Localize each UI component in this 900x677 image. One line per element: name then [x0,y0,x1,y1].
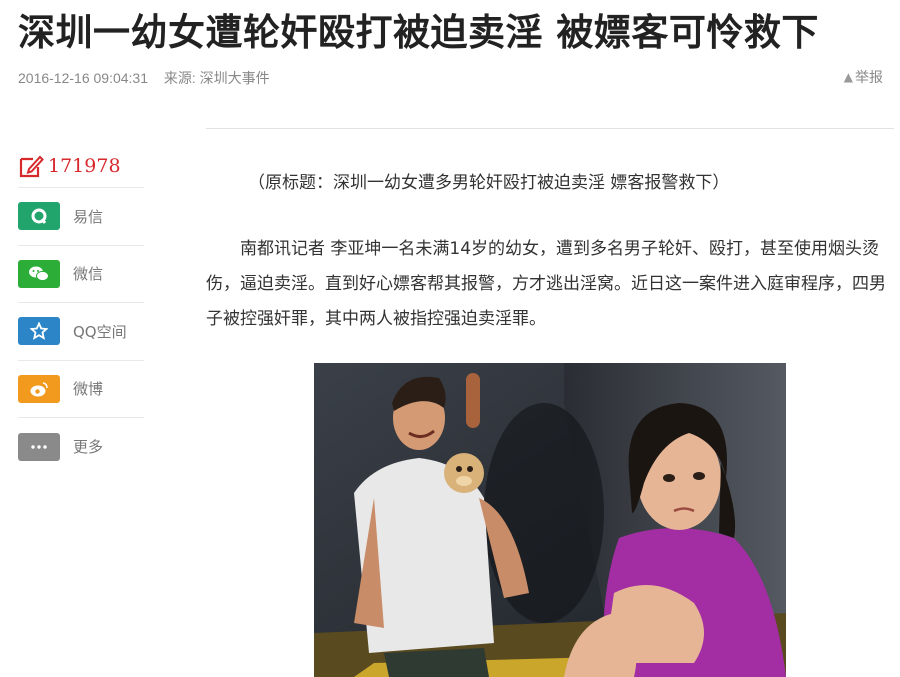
share-label: QQ空间 [73,322,127,341]
weibo-icon [18,374,60,403]
yixin-icon [18,202,60,231]
share-yixin[interactable]: 易信 [18,188,144,246]
divider [206,128,894,129]
original-title-note: （原标题：深圳一幼女遭多男轮奸殴打被迫卖淫 嫖客报警救下） [248,173,730,193]
warning-icon: ▲ [843,70,853,84]
share-weibo[interactable]: 微博 [18,361,144,418]
comment-edit-icon [19,155,44,177]
report-button[interactable]: ▲ 举报 [844,67,883,87]
share-more[interactable]: 更多 [18,418,144,476]
share-sidebar: 171978 易信 微信 QQ空间 微博 更多 [18,144,144,476]
wechat-icon [18,259,60,288]
share-wechat[interactable]: 微信 [18,246,144,303]
article-paragraph: 南都讯记者 李亚坤一名未满14岁的幼女，遭到多名男子轮奸、殴打，甚至使用烟头烫伤… [206,239,886,329]
more-dots-icon [18,432,60,461]
article-illustration [314,363,786,677]
share-qzone[interactable]: QQ空间 [18,303,144,361]
comment-number: 171978 [48,154,121,177]
share-label: 更多 [73,438,104,457]
article-source[interactable]: 来源: 深圳大事件 [164,70,270,86]
qzone-star-icon [18,317,60,346]
comment-count[interactable]: 171978 [18,144,144,188]
share-label: 微信 [73,265,104,284]
article-title: 深圳一幼女遭轮奸殴打被迫卖淫 被嫖客可怜救下 [18,11,819,54]
share-label: 易信 [73,207,104,226]
report-label: 举报 [855,70,883,86]
publish-date: 2016-12-16 09:04:31 [18,70,148,86]
share-label: 微博 [73,380,104,399]
article-meta: 2016-12-16 09:04:31 来源: 深圳大事件 [18,68,282,88]
